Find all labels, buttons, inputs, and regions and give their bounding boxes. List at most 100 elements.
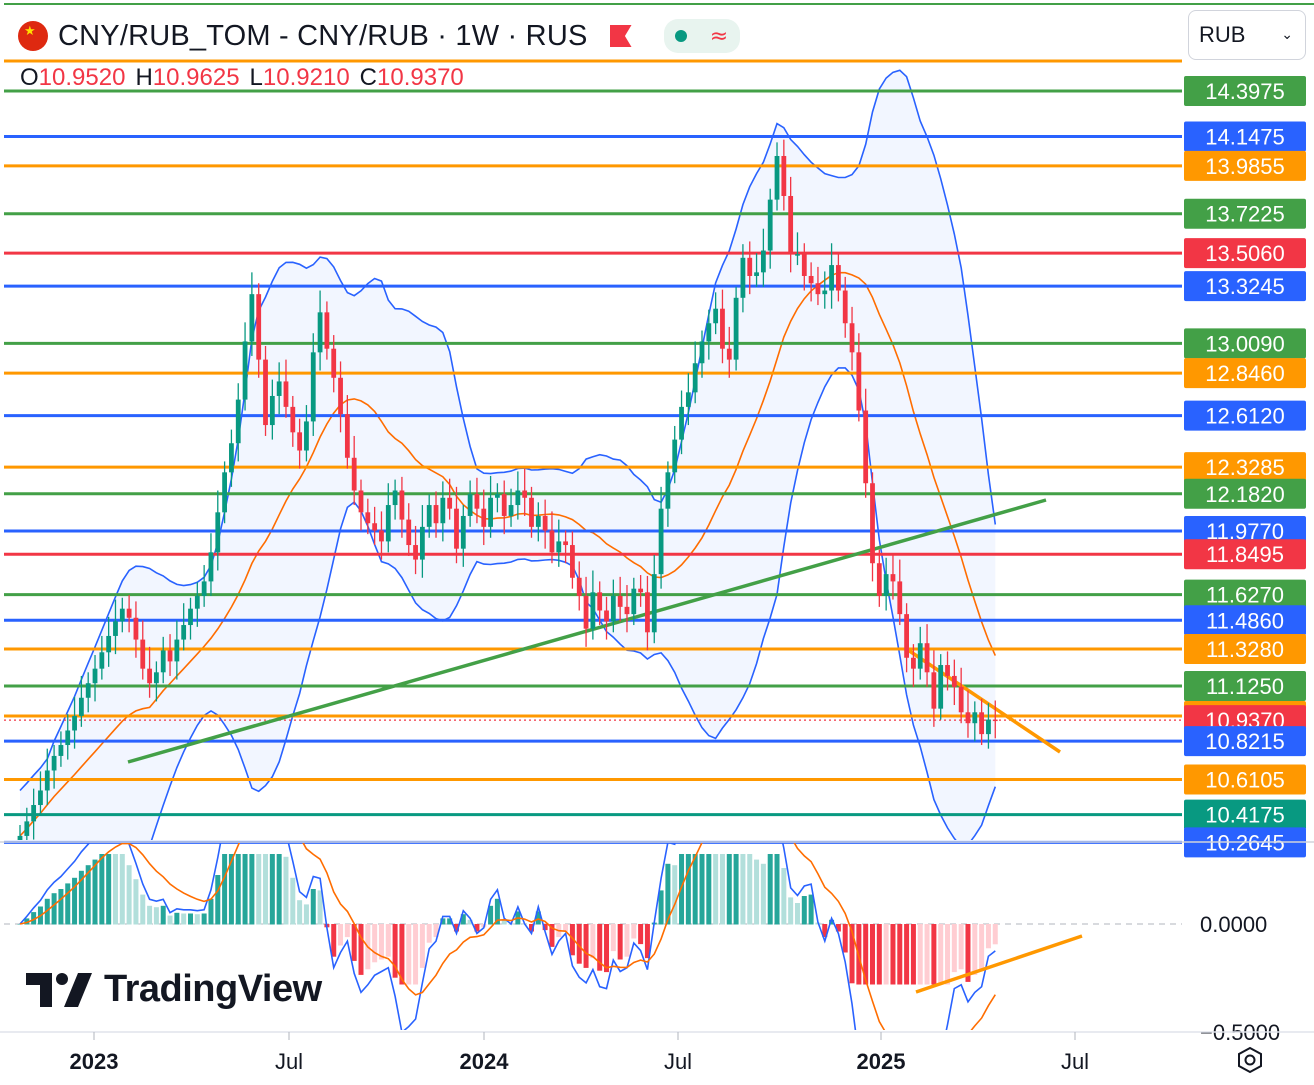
candle-body-9 <box>78 697 84 716</box>
candle-body-107 <box>747 257 753 276</box>
macd-bar-129 <box>897 924 903 985</box>
candle-body-21 <box>160 650 166 673</box>
candle-body-81 <box>570 545 575 578</box>
candle-body-98 <box>685 392 691 407</box>
candle-body-104 <box>726 348 732 360</box>
macd-bar-27 <box>201 913 207 925</box>
candle-body-113 <box>788 195 794 255</box>
candle-body-82 <box>576 577 582 596</box>
candle-125 <box>870 472 875 582</box>
high-value: 10.9625 <box>152 64 240 91</box>
candle-body-117 <box>815 283 821 295</box>
macd-bar-41 <box>297 900 303 925</box>
settings-hexagon-icon[interactable] <box>1236 1046 1264 1074</box>
candle-body-116 <box>808 275 814 284</box>
candle-body-96 <box>672 439 678 473</box>
candle-body-76 <box>535 515 541 527</box>
candle-body-24 <box>181 625 187 640</box>
candle-body-131 <box>911 657 916 669</box>
candle-body-40 <box>290 406 296 433</box>
candle-body-39 <box>283 381 289 407</box>
symbol-title[interactable]: CNY/RUB_TOM - CNY/RUB · 1W · RUS <box>58 20 588 53</box>
price-label-text-22: 10.2645 <box>1205 830 1285 855</box>
macd-bar-15 <box>119 854 125 925</box>
macd-bar-97 <box>679 854 685 925</box>
price-label-5: 13.3245 <box>1184 271 1306 302</box>
macd-bar-46 <box>331 924 337 957</box>
currency-select[interactable]: RUB ⌄ <box>1188 10 1306 60</box>
candle-body-14 <box>113 621 118 636</box>
price-label-7: 12.8460 <box>1184 358 1306 389</box>
candle-body-67 <box>474 494 480 509</box>
macd-bar-37 <box>269 854 275 925</box>
symbol-header[interactable]: CNY/RUB_TOM - CNY/RUB · 1W · RUS ≈ <box>18 14 740 58</box>
macd-bar-102 <box>713 854 719 925</box>
macd-bar-138 <box>958 924 964 970</box>
candle-body-11 <box>92 668 98 684</box>
candle-body-63 <box>447 497 453 509</box>
macd-bar-30 <box>222 854 228 925</box>
macd-bar-84 <box>590 924 596 959</box>
candle-body-132 <box>917 643 923 669</box>
candle-body-54 <box>385 505 391 542</box>
candle-body-17 <box>133 617 139 640</box>
candle-body-31 <box>229 443 234 473</box>
candle-body-20 <box>154 672 159 684</box>
candle-body-141 <box>979 712 985 735</box>
candle-body-126 <box>876 563 882 596</box>
macd-bar-59 <box>419 924 425 968</box>
macd-oscillator: 0.0000−0.5000 <box>0 841 1314 1045</box>
candle-body-30 <box>222 472 227 513</box>
tradingview-wordmark: TradingView <box>104 968 322 1010</box>
candle-body-75 <box>529 497 534 527</box>
candle-body-142 <box>986 719 991 735</box>
macd-bar-90 <box>631 924 637 939</box>
price-chart[interactable]: 14.3975 14.1475 13.9855 13.7225 13.5060 13.32… <box>0 0 1314 1085</box>
macd-zero-label: 0.0000 <box>1200 912 1267 937</box>
candle-body-3 <box>38 790 43 806</box>
candle-body-138 <box>958 686 964 713</box>
macd-bar-58 <box>413 924 419 985</box>
macd-bar-33 <box>242 854 248 925</box>
macd-bar-48 <box>344 924 350 938</box>
macd-bar-28 <box>208 898 214 925</box>
candle-body-88 <box>617 595 623 607</box>
candle-body-59 <box>419 526 425 560</box>
candle-body-43 <box>310 352 316 422</box>
candle-body-128 <box>890 574 896 582</box>
candle-body-90 <box>631 588 637 615</box>
price-label-13: 11.6270 <box>1184 579 1306 610</box>
macd-bar-22 <box>167 915 173 925</box>
macd-bar-131 <box>910 924 916 985</box>
price-label-text-21: 10.4175 <box>1205 803 1285 828</box>
macd-bar-89 <box>624 924 630 957</box>
macd-bar-38 <box>276 854 282 925</box>
candle-body-53 <box>379 530 384 542</box>
price-label-16: 11.1250 <box>1184 670 1306 701</box>
tradingview-logo[interactable]: TradingView <box>26 968 322 1011</box>
candle-body-115 <box>801 254 807 276</box>
candle-126 <box>876 549 882 607</box>
price-label-text-14: 11.4860 <box>1206 608 1284 633</box>
macd-bar-105 <box>733 854 739 925</box>
macd-bar-25 <box>188 913 193 925</box>
candle-body-143 <box>992 719 998 722</box>
price-label-4: 13.5060 <box>1184 238 1306 269</box>
candle-body-83 <box>583 595 589 629</box>
candle-body-58 <box>413 545 418 560</box>
macd-bar-29 <box>215 875 221 925</box>
macd-bar-94 <box>658 890 664 925</box>
price-label-1: 14.1475 <box>1184 121 1306 152</box>
candle-body-79 <box>556 541 562 553</box>
low-value: 10.9210 <box>262 64 350 91</box>
macd-bar-32 <box>235 854 241 925</box>
macd-bar-107 <box>747 854 753 925</box>
x-label-4: 2025 <box>857 1049 906 1074</box>
macd-bar-86 <box>604 924 610 973</box>
candle-body-56 <box>399 490 405 520</box>
macd-bar-112 <box>781 868 787 925</box>
macd-bar-16 <box>126 865 132 925</box>
red-flag-icon[interactable] <box>609 25 632 47</box>
indicator-status-pill[interactable]: ≈ <box>663 19 740 53</box>
candle-body-13 <box>106 635 112 653</box>
